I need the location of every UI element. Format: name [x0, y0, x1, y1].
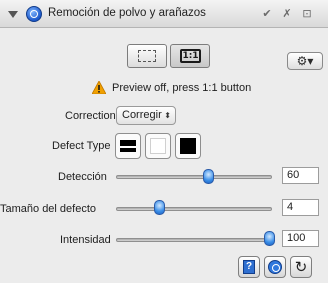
close-icon[interactable]: ✗ [280, 8, 294, 20]
defect-type-light-button[interactable] [145, 133, 171, 159]
both-defect-icon [180, 138, 196, 154]
deteccion-slider-track[interactable] [116, 175, 272, 179]
light-defect-icon [150, 138, 166, 154]
intensidad-slider-thumb[interactable] [264, 231, 275, 246]
defect-type-dark-button[interactable] [115, 133, 141, 159]
deteccion-label: Detección [58, 171, 107, 183]
settings-menu-button[interactable]: ⚙▾ [287, 52, 323, 70]
defect-type-label: Defect Type [52, 140, 111, 152]
checkmark-icon[interactable]: ✔ [260, 8, 274, 20]
one-to-one-icon: 1:1 [180, 49, 201, 63]
intensidad-slider-track[interactable] [116, 238, 272, 242]
correction-select-value: Corregir [122, 109, 162, 121]
deteccion-value-field[interactable]: 60 [282, 167, 319, 184]
panel-menu-icon[interactable]: ⊡ [300, 8, 314, 20]
disclosure-triangle-icon[interactable] [8, 11, 18, 18]
tamano-label: Tamaño del defecto [0, 203, 97, 215]
warning-icon [92, 81, 106, 94]
split-preview-button[interactable] [127, 44, 167, 68]
tool-logo-icon [26, 6, 42, 22]
filter-panel: Remoción de polvo y arañazos ✔ ✗ ⊡ 1:1 ⚙… [0, 0, 328, 283]
panel-title: Remoción de polvo y arañazos [48, 7, 206, 19]
deteccion-slider-thumb[interactable] [203, 169, 214, 184]
tamano-slider-track[interactable] [116, 207, 272, 211]
one-to-one-preview-button[interactable]: 1:1 [170, 44, 210, 68]
reset-button[interactable] [264, 256, 286, 278]
panel-titlebar[interactable]: Remoción de polvo y arañazos ✔ ✗ ⊡ [0, 0, 328, 28]
tamano-slider-thumb[interactable] [154, 200, 165, 215]
intensidad-label: Intensidad [60, 234, 111, 246]
refresh-button[interactable]: ↻ [290, 256, 312, 278]
tamano-value-field[interactable]: 4 [282, 199, 319, 216]
intensidad-value-field[interactable]: 100 [282, 230, 319, 247]
defect-type-both-button[interactable] [175, 133, 201, 159]
preview-warning-text: Preview off, press 1:1 button [112, 82, 252, 94]
reset-icon [268, 260, 282, 274]
correction-select[interactable]: Corregir ⬍ [116, 106, 176, 125]
help-button[interactable]: ? [238, 256, 260, 278]
split-preview-icon [138, 50, 156, 62]
help-icon: ? [243, 260, 255, 274]
correction-label: Correction [65, 110, 116, 122]
select-arrows-icon: ⬍ [164, 111, 171, 120]
